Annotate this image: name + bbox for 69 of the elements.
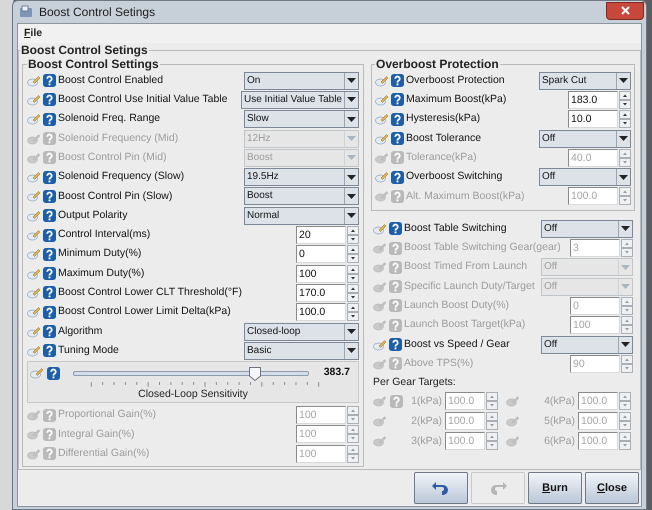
setting-label: Boost vs Speed / Gear bbox=[404, 336, 510, 352]
menu-item[interactable]: File bbox=[22, 26, 44, 42]
gear-label: 3(kPa) bbox=[411, 434, 442, 449]
gear-label: 6(kPa) bbox=[544, 434, 575, 449]
slider-label: Closed-Loop Sensitivity bbox=[138, 386, 248, 402]
slider-value: 383.7 bbox=[324, 365, 351, 380]
gear-label: 5(kPa) bbox=[544, 414, 575, 429]
setting-label: Minimum Duty(%) bbox=[58, 246, 142, 262]
dialog-button[interactable]: Close bbox=[585, 472, 639, 504]
setting-label: Alt. Maximum Boost(kPa) bbox=[406, 188, 524, 204]
dropdown[interactable]: Off bbox=[539, 168, 631, 186]
setting-label: Solenoid Frequency (Slow) bbox=[58, 169, 184, 184]
setting-label: Launch Boost Target(kPa) bbox=[404, 317, 526, 332]
setting-label: Boost Timed From Launch bbox=[404, 259, 528, 274]
setting-label: Tuning Mode bbox=[58, 342, 119, 358]
section-label: Per Gear Targets: bbox=[372, 374, 457, 390]
number-field[interactable]: 100.0 bbox=[296, 303, 346, 322]
setting-label: Output Polarity bbox=[58, 208, 128, 223]
setting-label: Overboost Switching bbox=[406, 169, 502, 184]
dropdown[interactable]: Normal bbox=[244, 206, 359, 225]
setting-label: Control Interval(ms) bbox=[58, 227, 150, 242]
setting-label: Solenoid Freq. Range bbox=[58, 111, 160, 126]
setting-label: Algorithm bbox=[58, 324, 102, 339]
setting-label: Boost Control Pin (Mid) bbox=[58, 150, 167, 165]
window-title: Boost Control Setings bbox=[39, 4, 156, 21]
setting-label: Boost Control Pin (Slow) bbox=[58, 188, 172, 204]
setting-label: Hysteresis(kPa) bbox=[406, 111, 480, 126]
number-field[interactable]: 100 bbox=[296, 264, 346, 283]
number-field[interactable]: 20 bbox=[296, 226, 346, 244]
dropdown[interactable]: Off bbox=[541, 220, 633, 238]
setting-label: Above TPS(%) bbox=[404, 356, 474, 371]
number-field[interactable]: 0 bbox=[296, 245, 346, 264]
setting-label: Tolerance(kPa) bbox=[406, 150, 477, 165]
dropdown[interactable]: On bbox=[244, 72, 359, 90]
setting-label: Launch Boost Duty(%) bbox=[404, 298, 510, 314]
dropdown[interactable]: Slow bbox=[244, 110, 359, 128]
group-title: Boost Control Settings bbox=[27, 57, 160, 71]
setting-label: Boost Table Switching bbox=[404, 220, 507, 236]
setting-label: Boost Tolerance bbox=[406, 130, 482, 146]
dropdown[interactable]: Spark Cut bbox=[539, 72, 631, 90]
setting-label: Boost Control Enabled bbox=[58, 72, 164, 88]
setting-label: Boost Control Use Initial Value Table bbox=[58, 92, 228, 108]
setting-label: Maximum Duty(%) bbox=[58, 266, 144, 281]
number-field[interactable]: 170.0 bbox=[296, 284, 346, 302]
dialog-button[interactable]: Burn bbox=[528, 472, 582, 504]
number-field[interactable]: 183.0 bbox=[568, 90, 618, 109]
setting-label: Integral Gain(%) bbox=[58, 426, 134, 442]
setting-label: Overboost Protection bbox=[406, 72, 505, 88]
setting-label: Specific Launch Duty/Target bbox=[404, 278, 535, 294]
dropdown[interactable]: Use Initial Value Table bbox=[240, 90, 359, 109]
gear-label: 2(kPa) bbox=[411, 414, 442, 429]
gear-label: 1(kPa) bbox=[411, 394, 442, 409]
setting-label: Boost Control Lower CLT Threshold(°F) bbox=[58, 285, 242, 300]
dropdown[interactable]: Closed-loop bbox=[244, 322, 359, 340]
dropdown[interactable]: Off bbox=[541, 336, 633, 354]
dropdown[interactable]: Basic bbox=[244, 342, 359, 360]
dropdown[interactable]: Boost bbox=[244, 187, 359, 206]
setting-label: Differential Gain(%) bbox=[58, 446, 150, 461]
setting-label: Maximum Boost(kPa) bbox=[406, 92, 506, 108]
setting-label: Proportional Gain(%) bbox=[58, 407, 156, 422]
number-field[interactable]: 10.0 bbox=[568, 110, 618, 128]
dropdown[interactable]: Off bbox=[539, 130, 631, 148]
setting-label: Boost Table Switching Gear(gear) bbox=[404, 240, 561, 256]
group-title: Overboost Protection bbox=[375, 57, 500, 71]
dropdown[interactable]: 19.5Hz bbox=[244, 168, 359, 186]
setting-label: Boost Control Lower Limit Delta(kPa) bbox=[58, 304, 231, 320]
group-title: Boost Control Setings bbox=[20, 43, 149, 57]
gear-label: 4(kPa) bbox=[544, 394, 575, 409]
setting-label: Solenoid Frequency (Mid) bbox=[58, 130, 178, 146]
